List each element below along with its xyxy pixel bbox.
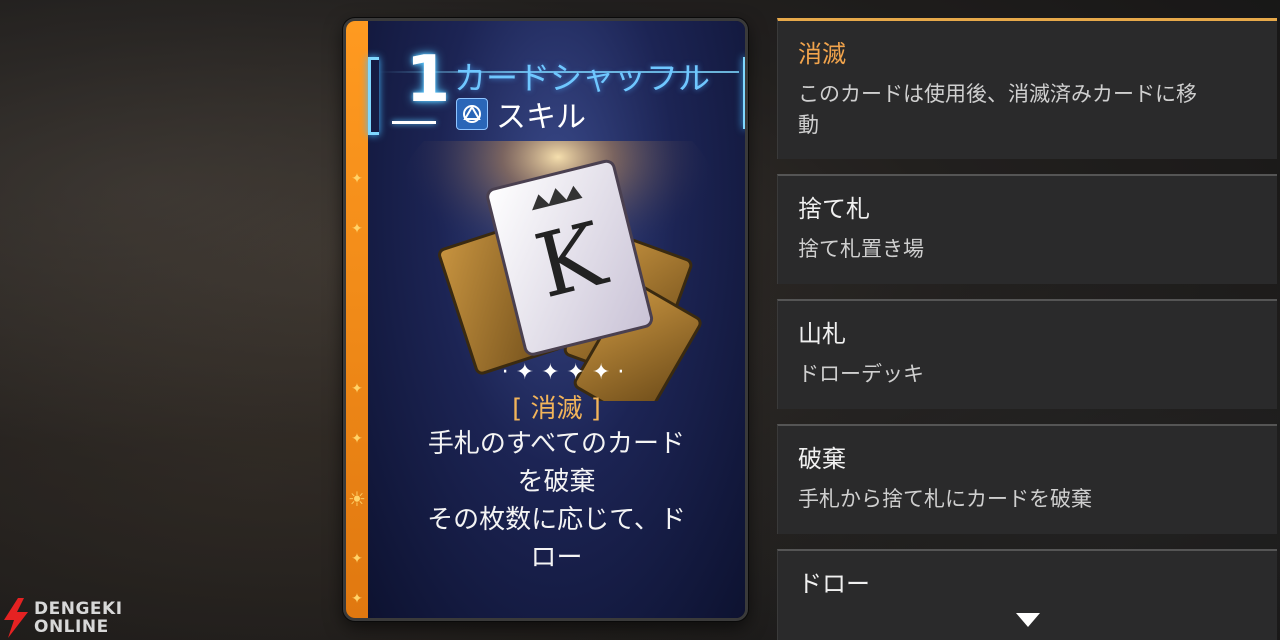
card-description: 手札のすべてのカード を破棄 その枚数に応じて、ド ロー [378, 425, 735, 577]
glossary-entry-yamafuda[interactable]: 山札 ドローデッキ [777, 299, 1277, 409]
card-rarity-stripe: ✦ ✦ ✦ ✦ ☀ ✦ ✦ [346, 21, 368, 618]
stripe-sun-icon: ✦ [351, 551, 363, 567]
lightning-bolt-icon [4, 598, 28, 638]
card-detail: ✦ ✦ ✦ ✦ ☀ ✦ ✦ 1 カードシャッフル スキル K · ✦ ✦ ✦ ✦… [343, 18, 748, 621]
glossary-entry-title: 山札 [798, 320, 846, 348]
description-line: を破棄 [517, 467, 596, 497]
stripe-sun-icon: ✦ [351, 381, 363, 397]
skill-triangle-icon [456, 98, 488, 130]
glossary-entry-haki[interactable]: 破棄 手札から捨て札にカードを破棄 [777, 424, 1277, 534]
stripe-sun-icon: ✦ [351, 591, 363, 607]
glossary-entry-title: 破棄 [798, 445, 846, 473]
glossary-entry-title: 消滅 [798, 40, 846, 68]
keyword-tag: [ 消滅 ] [512, 394, 601, 424]
description-line: その枚数に応じて、ド [427, 505, 686, 535]
header-right-bracket [743, 57, 745, 129]
watermark-text: DENGEKI ONLINE [34, 600, 123, 636]
description-line: このカードは使用後、消滅済みカードに移 [798, 82, 1197, 106]
watermark-line2: ONLINE [34, 617, 109, 637]
card-type-label: スキル [496, 100, 586, 135]
card-cost: 1 [405, 43, 451, 117]
triangle-down-icon[interactable] [1016, 613, 1040, 627]
description-line: 動 [798, 113, 819, 137]
card-artwork: K · ✦ ✦ ✦ ✦ · [398, 141, 718, 401]
glossary-entry-title: ドロー [798, 570, 870, 598]
glossary-entry-description: このカードは使用後、消滅済みカードに移 動 [798, 79, 1257, 141]
glossary-entry-description: 手札から捨て札にカードを破棄 [798, 487, 1092, 511]
cost-underline [392, 121, 436, 124]
card-face: 1 カードシャッフル スキル K · ✦ ✦ ✦ ✦ · [消滅] 手札のす… [368, 21, 745, 618]
glossary-entry-description: ドローデッキ [798, 362, 924, 386]
glossary-entry-shoumetsu[interactable]: 消滅 このカードは使用後、消滅済みカードに移 動 [777, 18, 1277, 159]
glossary-entry-title: 捨て札 [798, 195, 870, 223]
stripe-sun-emblem-icon: ☀ [348, 487, 366, 511]
watermark-line1: DENGEKI [34, 599, 123, 619]
stripe-sun-icon: ✦ [351, 171, 363, 187]
stripe-sun-icon: ✦ [351, 431, 363, 447]
dengeki-online-watermark: DENGEKI ONLINE [0, 598, 130, 640]
stripe-sun-icon: ✦ [351, 221, 363, 237]
svg-text:· ✦ ✦ ✦ ✦ ·: · ✦ ✦ ✦ ✦ · [502, 360, 625, 385]
glossary-entry-description: 捨て札置き場 [798, 237, 924, 261]
description-line: ロー [530, 543, 583, 573]
cost-bracket [368, 57, 379, 135]
card-type-row: スキル [456, 97, 586, 135]
description-line: 手札のすべてのカード [427, 429, 686, 459]
glossary-entry-sutefuda[interactable]: 捨て札 捨て札置き場 [777, 174, 1277, 284]
